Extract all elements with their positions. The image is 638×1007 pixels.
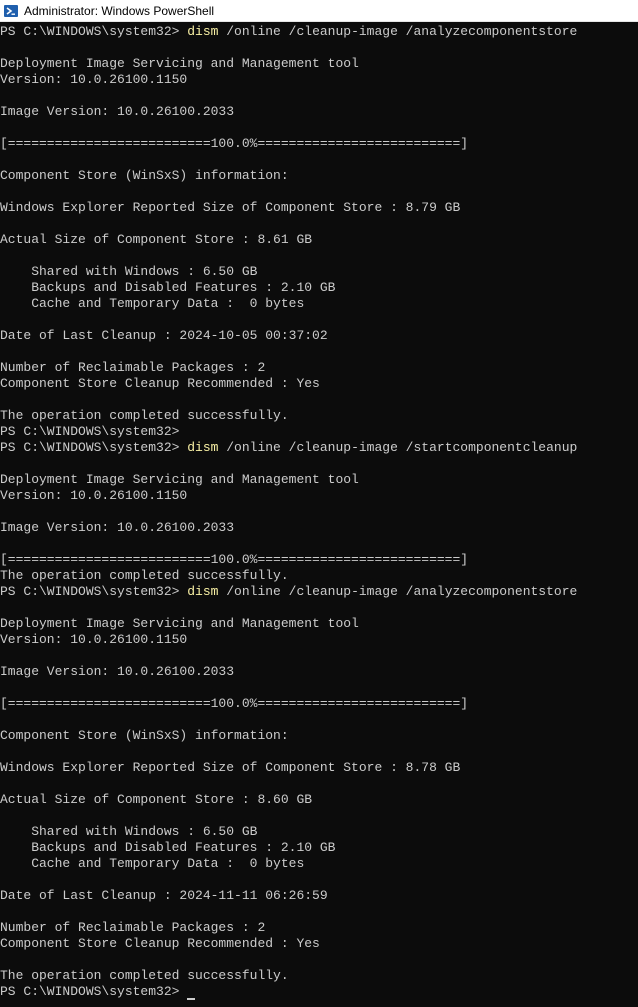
output-line: Number of Reclaimable Packages : 2 (0, 360, 266, 375)
powershell-window: Administrator: Windows PowerShell PS C:\… (0, 0, 638, 1007)
prompt-line: PS C:\WINDOWS\system32> (0, 424, 638, 440)
powershell-icon (4, 4, 18, 17)
command-line: PS C:\WINDOWS\system32> dism /online /cl… (0, 440, 638, 456)
output-line: [==========================100.0%=======… (0, 136, 469, 151)
output-line: The operation completed successfully. (0, 968, 289, 983)
output-line: Backups and Disabled Features : 2.10 GB (0, 840, 336, 855)
command-args: /online /cleanup-image /analyzecomponent… (218, 584, 578, 599)
output-line: Cache and Temporary Data : 0 bytes (0, 856, 305, 871)
output-line: Image Version: 10.0.26100.2033 (0, 520, 235, 535)
output-line: Component Store Cleanup Recommended : Ye… (0, 376, 320, 391)
output-line: Component Store (WinSxS) information: (0, 168, 289, 183)
output-line: Component Store Cleanup Recommended : Ye… (0, 936, 320, 951)
output-line: Actual Size of Component Store : 8.60 GB (0, 792, 313, 807)
prompt: PS C:\WINDOWS\system32> (0, 584, 188, 599)
output-line: Backups and Disabled Features : 2.10 GB (0, 280, 336, 295)
output-line: Version: 10.0.26100.1150 (0, 488, 188, 503)
output-line: Component Store (WinSxS) information: (0, 728, 289, 743)
prompt: PS C:\WINDOWS\system32> (0, 440, 188, 455)
prompt: PS C:\WINDOWS\system32> (0, 984, 180, 999)
prompt-line: PS C:\WINDOWS\system32> (0, 984, 638, 1000)
output-line: Deployment Image Servicing and Managemen… (0, 56, 359, 71)
command-args: /online /cleanup-image /startcomponentcl… (218, 440, 578, 455)
output-line: Actual Size of Component Store : 8.61 GB (0, 232, 313, 247)
output-line: [==========================100.0%=======… (0, 552, 469, 567)
output-line: The operation completed successfully. (0, 408, 289, 423)
output-line: [==========================100.0%=======… (0, 696, 469, 711)
output-line: Shared with Windows : 6.50 GB (0, 824, 258, 839)
command-name: dism (187, 440, 219, 455)
output-line: Windows Explorer Reported Size of Compon… (0, 200, 461, 215)
title-bar[interactable]: Administrator: Windows PowerShell (0, 0, 638, 22)
output-line: Deployment Image Servicing and Managemen… (0, 616, 359, 631)
command-line: PS C:\WINDOWS\system32> dism /online /cl… (0, 24, 638, 40)
output-line: Image Version: 10.0.26100.2033 (0, 664, 235, 679)
output-line: Date of Last Cleanup : 2024-11-11 06:26:… (0, 888, 328, 903)
output-line: Image Version: 10.0.26100.2033 (0, 104, 235, 119)
output-line: Version: 10.0.26100.1150 (0, 632, 188, 647)
prompt: PS C:\WINDOWS\system32> (0, 24, 188, 39)
prompt: PS C:\WINDOWS\system32> (0, 424, 180, 439)
text-cursor[interactable] (187, 998, 196, 1000)
command-line: PS C:\WINDOWS\system32> dism /online /cl… (0, 584, 638, 600)
output-line: Deployment Image Servicing and Managemen… (0, 472, 359, 487)
console-output[interactable]: PS C:\WINDOWS\system32> dism /online /cl… (0, 24, 638, 1000)
window-title: Administrator: Windows PowerShell (24, 3, 215, 18)
output-line: Shared with Windows : 6.50 GB (0, 264, 258, 279)
output-line: Number of Reclaimable Packages : 2 (0, 920, 266, 935)
command-name: dism (187, 24, 219, 39)
output-line: Windows Explorer Reported Size of Compon… (0, 760, 461, 775)
output-line: Cache and Temporary Data : 0 bytes (0, 296, 305, 311)
command-name: dism (187, 584, 219, 599)
output-line: The operation completed successfully. (0, 568, 289, 583)
output-line: Date of Last Cleanup : 2024-10-05 00:37:… (0, 328, 328, 343)
command-args: /online /cleanup-image /analyzecomponent… (218, 24, 578, 39)
output-line: Version: 10.0.26100.1150 (0, 72, 188, 87)
